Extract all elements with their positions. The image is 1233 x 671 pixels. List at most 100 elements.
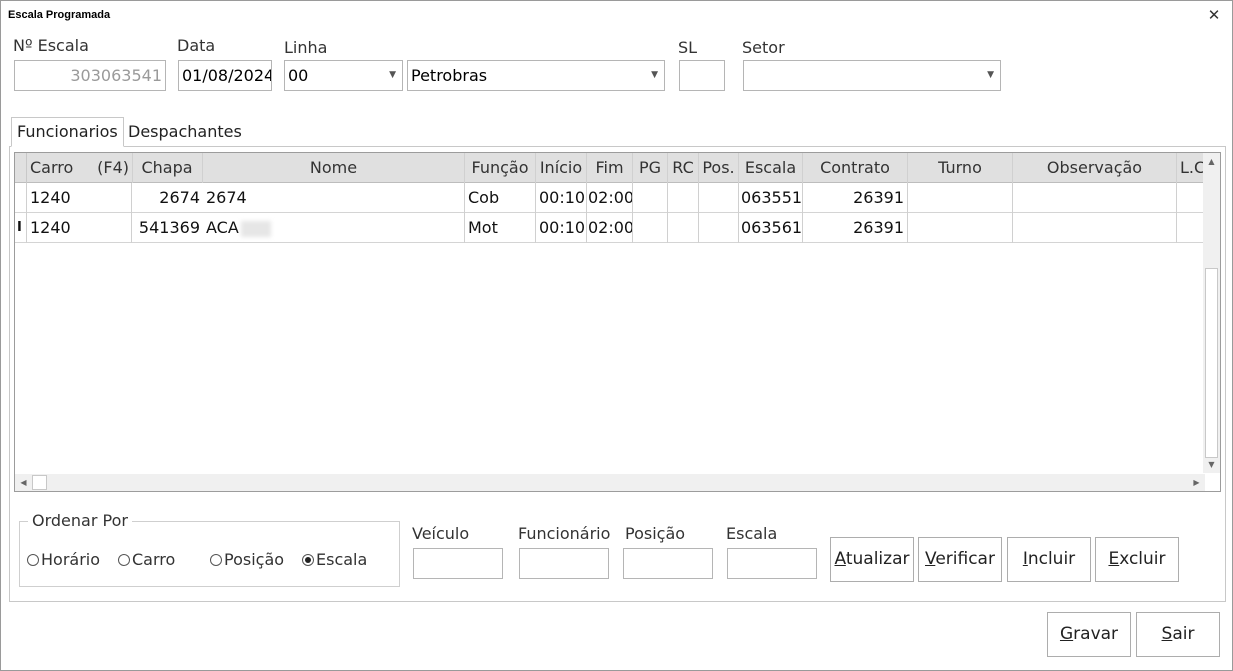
col-contrato[interactable]: Contrato bbox=[803, 153, 908, 183]
row-edit-marker: I bbox=[15, 213, 27, 243]
col-escala[interactable]: Escala bbox=[739, 153, 803, 183]
cell-funcao[interactable]: Cob bbox=[465, 183, 536, 213]
cell-chapa[interactable]: 541369 bbox=[132, 213, 203, 243]
excluir-button[interactable]: Excluir bbox=[1095, 537, 1179, 582]
gravar-button[interactable]: Gravar bbox=[1047, 612, 1131, 657]
posicao-label: Posição bbox=[625, 524, 686, 543]
cell-carro[interactable]: 1240 bbox=[27, 213, 132, 243]
linha-code-select[interactable]: 00 ▼ bbox=[284, 60, 403, 91]
radio-horario[interactable]: Horário bbox=[27, 550, 100, 569]
cell-lc[interactable] bbox=[1177, 183, 1205, 213]
escala-filter-input[interactable] bbox=[727, 548, 817, 579]
grid-header: Carro (F4) Chapa Nome Função Início Fim … bbox=[15, 153, 1205, 183]
horizontal-scroll-thumb[interactable] bbox=[32, 475, 47, 490]
cell-pos[interactable] bbox=[699, 213, 739, 243]
cell-rc[interactable] bbox=[668, 183, 699, 213]
col-inicio[interactable]: Início bbox=[536, 153, 587, 183]
col-observacao[interactable]: Observação bbox=[1013, 153, 1177, 183]
cell-funcao[interactable]: Mot bbox=[465, 213, 536, 243]
table-row[interactable]: 1240 2674 2674 Cob 00:10 02:00 063551 26… bbox=[15, 183, 1205, 213]
chevron-down-icon: ▼ bbox=[651, 70, 658, 80]
col-funcao[interactable]: Função bbox=[465, 153, 536, 183]
excluir-label: xcluir bbox=[1119, 549, 1166, 569]
veiculo-label: Veículo bbox=[412, 524, 470, 543]
radio-carro[interactable]: Carro bbox=[118, 550, 175, 569]
col-nome[interactable]: Nome bbox=[203, 153, 465, 183]
atualizar-mnemonic: A bbox=[834, 549, 846, 569]
cell-turno[interactable] bbox=[908, 183, 1013, 213]
posicao-input[interactable] bbox=[623, 548, 713, 579]
tab-despachantes[interactable]: Despachantes bbox=[123, 118, 247, 148]
radio-horario-label: Horário bbox=[41, 550, 101, 569]
col-turno[interactable]: Turno bbox=[908, 153, 1013, 183]
n-escala-label: Nº Escala bbox=[13, 36, 89, 55]
col-pg[interactable]: PG bbox=[633, 153, 668, 183]
col-carro-f4[interactable]: (F4) bbox=[85, 153, 133, 183]
cell-inicio[interactable]: 00:10 bbox=[536, 183, 587, 213]
excluir-mnemonic: E bbox=[1108, 549, 1120, 569]
nome-text: ACA bbox=[206, 218, 239, 237]
cell-lc[interactable] bbox=[1177, 213, 1205, 243]
cell-fim[interactable]: 02:00 bbox=[587, 183, 633, 213]
verificar-mnemonic: V bbox=[925, 549, 936, 569]
setor-select[interactable]: ▼ bbox=[743, 60, 1001, 91]
cell-carro[interactable]: 1240 bbox=[27, 183, 132, 213]
cell-pg[interactable] bbox=[633, 213, 668, 243]
data-field[interactable]: 01/08/2024 bbox=[178, 60, 272, 91]
linha-name-select[interactable]: Petrobras ▼ bbox=[407, 60, 665, 91]
sl-field[interactable] bbox=[679, 60, 725, 91]
tab-funcionarios[interactable]: Funcionarios bbox=[11, 117, 124, 147]
vertical-scrollbar[interactable]: ▲ ▼ bbox=[1203, 153, 1220, 473]
horizontal-scrollbar[interactable]: ◀ ▶ bbox=[15, 474, 1205, 491]
cell-nome[interactable]: 2674 bbox=[203, 183, 465, 213]
cell-pos[interactable] bbox=[699, 183, 739, 213]
ordenar-por-group: Ordenar Por Horário Carro Posição Escala bbox=[19, 511, 400, 587]
cell-observacao[interactable] bbox=[1013, 213, 1177, 243]
cell-pg[interactable] bbox=[633, 183, 668, 213]
cell-fim[interactable]: 02:00 bbox=[587, 213, 633, 243]
row-marker bbox=[15, 183, 27, 213]
radio-escala-label: Escala bbox=[316, 550, 368, 569]
veiculo-input[interactable] bbox=[413, 548, 503, 579]
scroll-down-icon[interactable]: ▼ bbox=[1203, 456, 1220, 473]
funcionario-input[interactable] bbox=[519, 548, 609, 579]
table-row[interactable]: I 1240 541369 ACA Mot 00:10 02:00 063561… bbox=[15, 213, 1205, 243]
col-rc[interactable]: RC bbox=[668, 153, 699, 183]
radio-posicao[interactable]: Posição bbox=[210, 550, 284, 569]
close-icon[interactable]: ✕ bbox=[1206, 6, 1222, 24]
col-fim[interactable]: Fim bbox=[587, 153, 633, 183]
cell-escala[interactable]: 063551 bbox=[739, 183, 803, 213]
vertical-scroll-thumb[interactable] bbox=[1205, 268, 1218, 458]
escala-programada-window: Escala Programada ✕ Nº Escala 303063541 … bbox=[0, 0, 1233, 671]
funcionarios-grid[interactable]: Carro (F4) Chapa Nome Função Início Fim … bbox=[14, 152, 1221, 492]
col-chapa[interactable]: Chapa bbox=[132, 153, 203, 183]
escala-filter-label: Escala bbox=[726, 524, 778, 543]
sair-button[interactable]: Sair bbox=[1136, 612, 1220, 657]
gravar-label: ravar bbox=[1073, 624, 1119, 644]
cell-observacao[interactable] bbox=[1013, 183, 1177, 213]
cell-contrato[interactable]: 26391 bbox=[803, 213, 908, 243]
cell-inicio[interactable]: 00:10 bbox=[536, 213, 587, 243]
cell-contrato[interactable]: 26391 bbox=[803, 183, 908, 213]
col-pos[interactable]: Pos. bbox=[699, 153, 739, 183]
cell-turno[interactable] bbox=[908, 213, 1013, 243]
cell-escala[interactable]: 063561 bbox=[739, 213, 803, 243]
verificar-button[interactable]: Verificar bbox=[918, 537, 1002, 582]
incluir-button[interactable]: Incluir bbox=[1007, 537, 1091, 582]
linha-code-value: 00 bbox=[288, 66, 309, 85]
cell-rc[interactable] bbox=[668, 213, 699, 243]
redacted-text bbox=[240, 220, 271, 237]
radio-selected-icon bbox=[302, 554, 314, 566]
scroll-up-icon[interactable]: ▲ bbox=[1203, 153, 1220, 170]
scroll-right-icon[interactable]: ▶ bbox=[1188, 474, 1205, 491]
sl-label: SL bbox=[678, 38, 698, 57]
atualizar-button[interactable]: Atualizar bbox=[830, 537, 914, 582]
cell-nome[interactable]: ACA bbox=[203, 213, 465, 243]
n-escala-field[interactable]: 303063541 bbox=[14, 60, 166, 91]
scroll-left-icon[interactable]: ◀ bbox=[15, 474, 32, 491]
radio-carro-label: Carro bbox=[132, 550, 176, 569]
radio-escala[interactable]: Escala bbox=[302, 550, 367, 569]
linha-name-value: Petrobras bbox=[411, 66, 488, 85]
incluir-label: ncluir bbox=[1027, 549, 1076, 569]
cell-chapa[interactable]: 2674 bbox=[132, 183, 203, 213]
